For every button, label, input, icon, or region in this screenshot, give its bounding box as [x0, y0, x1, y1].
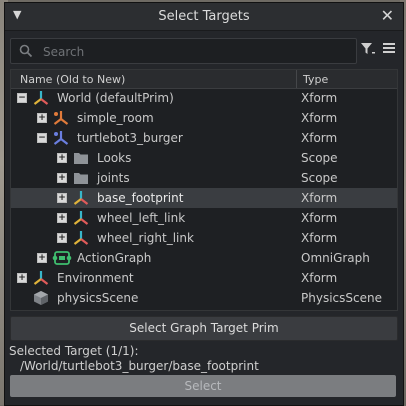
expand-toggle[interactable]: +	[17, 273, 27, 283]
selected-target-path: /World/turtlebot3_burger/base_footprint	[20, 359, 259, 373]
tree-row-type: Xform	[301, 91, 338, 105]
xform-icon	[33, 271, 49, 285]
omnigraph-icon	[52, 251, 72, 265]
tree-row-action-graph[interactable]: + ActionGraph OmniGraph	[11, 248, 397, 268]
tree-row-label: turtlebot3_burger	[77, 131, 183, 145]
dialog-title: Select Targets	[158, 9, 250, 24]
tree-row-type: Scope	[301, 151, 338, 165]
column-header-name[interactable]: Name (Old to New)	[20, 73, 125, 86]
tree-row-label: World (defaultPrim)	[57, 91, 174, 105]
tree-row-label: simple_room	[77, 111, 154, 125]
expand-toggle[interactable]: +	[37, 113, 47, 123]
tree-row-type: Xform	[301, 131, 338, 145]
expand-toggle[interactable]: +	[37, 253, 47, 263]
stage-tree: Name (Old to New) Type − World (defaultP…	[10, 69, 398, 311]
xform-reference-icon	[53, 131, 69, 145]
xform-reference-icon	[53, 111, 69, 125]
tree-row-world[interactable]: − World (defaultPrim) Xform	[11, 88, 397, 108]
tree-row-label: ActionGraph	[77, 251, 152, 265]
tree-row-simple-room[interactable]: + simple_room Xform	[11, 108, 397, 128]
expand-toggle[interactable]: +	[57, 213, 67, 223]
close-icon[interactable]: ✕	[381, 6, 394, 25]
tree-row-wheel-right-link[interactable]: + wheel_right_link Xform	[11, 228, 397, 248]
tree-row-turtlebot3-burger[interactable]: − turtlebot3_burger Xform	[11, 128, 397, 148]
expand-toggle[interactable]: +	[57, 233, 67, 243]
tree-row-label: base_footprint	[97, 191, 184, 205]
tree-row-wheel-left-link[interactable]: + wheel_left_link Xform	[11, 208, 397, 228]
tree-row-type: Xform	[301, 271, 338, 285]
xform-icon	[73, 211, 89, 225]
filter-icon[interactable]	[360, 42, 376, 56]
expand-toggle[interactable]: +	[57, 173, 67, 183]
title-bar[interactable]: ▼ Select Targets ✕	[5, 3, 403, 31]
tree-row-joints[interactable]: + joints Scope	[11, 168, 397, 188]
column-header-type[interactable]: Type	[303, 73, 328, 86]
expand-toggle[interactable]: +	[57, 153, 67, 163]
tree-row-looks[interactable]: + Looks Scope	[11, 148, 397, 168]
column-divider[interactable]	[296, 70, 297, 88]
tree-row-label: wheel_right_link	[97, 231, 194, 245]
tree-row-type: Xform	[301, 231, 338, 245]
tree-row-base-footprint[interactable]: + base_footprint Xform	[11, 188, 397, 208]
select-button[interactable]: Select	[10, 375, 396, 397]
select-graph-target-prim-button[interactable]: Select Graph Target Prim	[10, 316, 398, 341]
tree-row-label: Environment	[57, 271, 134, 285]
collapse-toggle[interactable]: −	[17, 93, 27, 103]
select-targets-dialog: ▼ Select Targets ✕ Name (Old to New) Typ…	[4, 2, 404, 406]
expand-toggle[interactable]: +	[57, 193, 67, 203]
tree-row-type: OmniGraph	[301, 251, 370, 265]
tree-row-environment[interactable]: + Environment Xform	[11, 268, 397, 288]
tree-row-label: wheel_left_link	[97, 211, 186, 225]
search-input[interactable]	[41, 42, 345, 61]
tree-row-type: PhysicsScene	[301, 291, 382, 305]
tree-row-label: Looks	[97, 151, 132, 165]
xform-icon	[33, 91, 49, 105]
selected-target-label: Selected Target (1/1):	[9, 344, 139, 358]
tree-row-type: Xform	[301, 191, 338, 205]
physics-scene-icon	[34, 291, 48, 305]
xform-icon	[73, 231, 89, 245]
tree-row-type: Scope	[301, 171, 338, 185]
tree-row-type: Xform	[301, 111, 338, 125]
xform-icon	[73, 191, 89, 205]
tree-row-label: physicsScene	[57, 291, 139, 305]
tree-header: Name (Old to New) Type	[11, 70, 397, 89]
folder-icon	[74, 153, 88, 164]
search-field[interactable]	[10, 38, 357, 64]
folder-icon	[74, 173, 88, 184]
tree-row-physics-scene[interactable]: physicsScene PhysicsScene	[11, 288, 397, 308]
tree-row-label: joints	[97, 171, 130, 185]
tree-row-type: Xform	[301, 211, 338, 225]
hamburger-menu-icon[interactable]	[383, 43, 395, 53]
search-icon	[19, 44, 33, 58]
collapse-toggle[interactable]: −	[37, 133, 47, 143]
